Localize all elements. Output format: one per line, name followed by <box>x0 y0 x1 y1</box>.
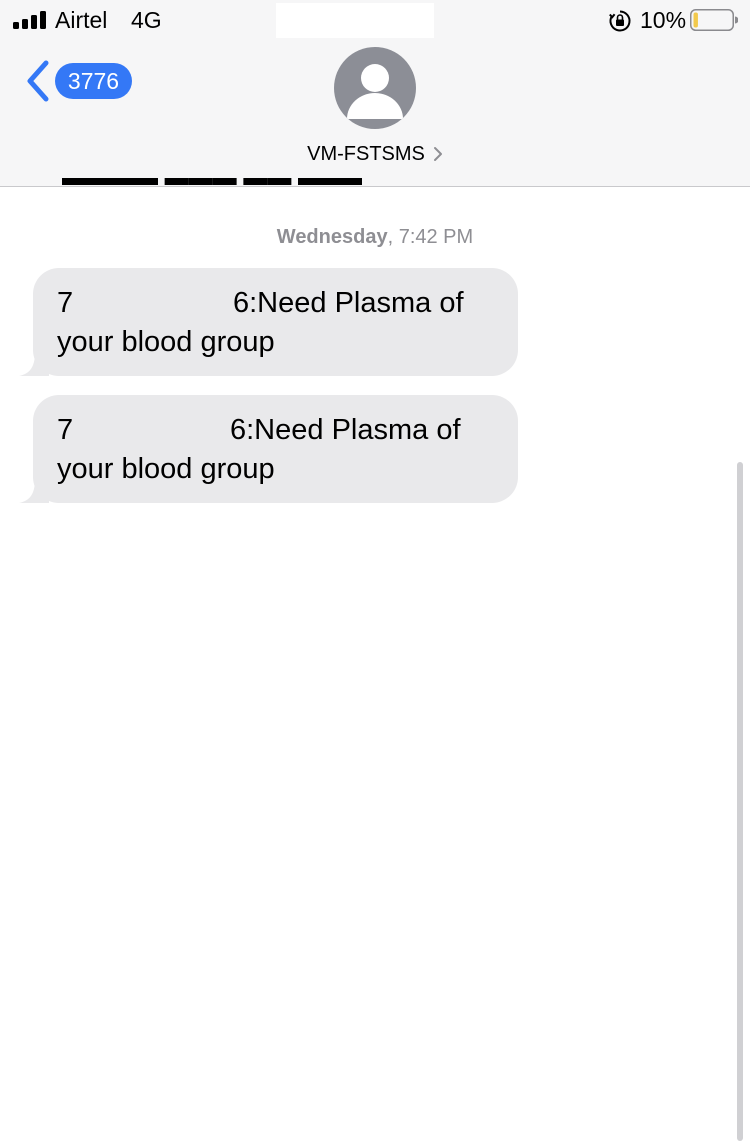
back-chevron-icon <box>27 60 49 102</box>
message-timestamp: Wednesday, 7:42 PM <box>0 224 750 250</box>
redacted-area <box>276 3 434 38</box>
message-bubble[interactable]: 7 6:Need Plasma of your blood group <box>19 395 518 503</box>
contact-name: VM-FSTSMS <box>307 143 425 165</box>
contact-avatar-icon <box>347 64 403 119</box>
signal-icon <box>13 11 47 29</box>
scroll-indicator[interactable] <box>737 462 743 1141</box>
carrier-name: Airtel <box>55 7 108 33</box>
message-number-prefix: 7 <box>57 414 74 446</box>
battery-icon <box>690 9 738 31</box>
contact-name-button[interactable]: VM-FSTSMS <box>0 140 750 168</box>
message-text-line2: your blood group <box>57 326 275 358</box>
message-text-line1: 6:Need Plasma of <box>233 287 464 319</box>
message-text-line2: your blood group <box>57 453 275 485</box>
battery-level-fill <box>693 12 698 28</box>
bubble-tail <box>19 352 49 376</box>
timestamp-time: , 7:42 PM <box>387 226 474 248</box>
rotation-lock-icon <box>609 10 631 32</box>
previous-message-remnant: ▬▬▬▬ ▬▬▬ ▬▬ ▬▬▬▬▬▬ <box>62 178 362 188</box>
chevron-right-icon <box>433 147 442 161</box>
message-bubble[interactable]: 7 6:Need Plasma of your blood group <box>19 268 518 376</box>
status-bar: Airtel 4G 10% <box>0 0 750 42</box>
conversation-header: Airtel 4G 10% 3776 VM-FSTSMS <box>0 0 750 187</box>
unread-count-badge: 3776 <box>55 63 132 99</box>
message-text-line1: 6:Need Plasma of <box>230 414 461 446</box>
bubble-tail <box>19 479 49 503</box>
network-type: 4G <box>131 7 162 33</box>
message-number-prefix: 7 <box>57 287 74 319</box>
timestamp-day: Wednesday <box>276 226 388 248</box>
contact-avatar[interactable] <box>334 47 416 129</box>
battery-percentage: 10% <box>640 7 687 33</box>
back-button[interactable]: 3776 <box>20 55 135 107</box>
